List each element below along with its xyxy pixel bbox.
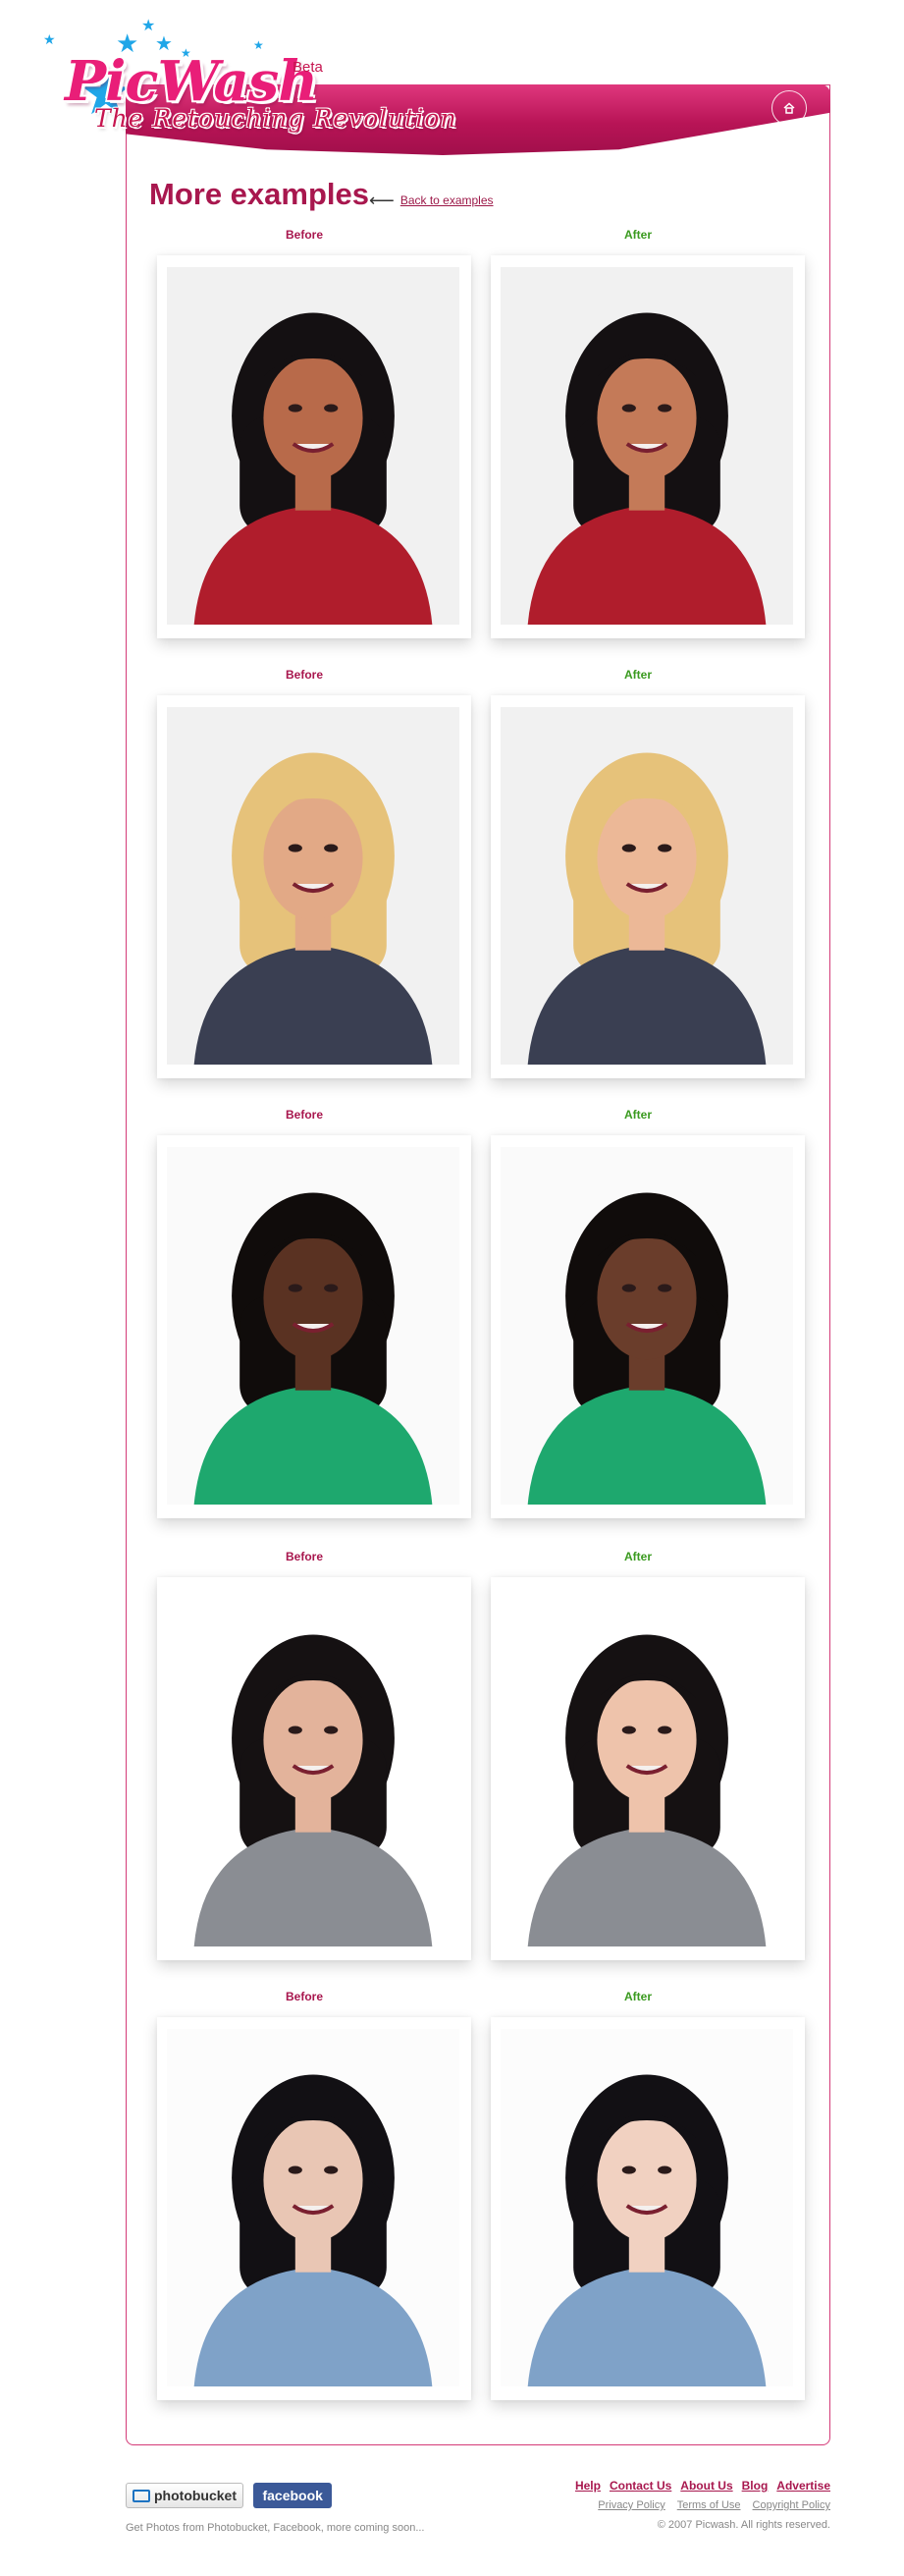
before-photo[interactable]	[167, 707, 459, 1065]
before-label: Before	[285, 1990, 323, 2003]
back-navigation[interactable]: ⟵ Back to examples	[369, 192, 494, 209]
terms-of-use-link[interactable]: Terms of Use	[677, 2499, 741, 2511]
example-row: Before After	[147, 228, 815, 660]
before-label: Before	[285, 1550, 323, 1563]
camera-icon	[133, 2489, 150, 2502]
privacy-policy-link[interactable]: Privacy Policy	[598, 2499, 665, 2511]
after-photo[interactable]	[501, 2029, 793, 2386]
before-label: Before	[285, 1108, 323, 1122]
after-photo[interactable]	[501, 267, 793, 625]
after-label: After	[623, 1990, 652, 2003]
after-label: After	[623, 1550, 652, 1563]
before-label: Before	[285, 228, 323, 242]
back-to-examples-link[interactable]: Back to examples	[400, 193, 494, 207]
example-row: Before After	[147, 1108, 815, 1540]
footer-link-contact[interactable]: Contact Us	[610, 2479, 671, 2493]
legal-links: Privacy Policy Terms of Use Copyright Po…	[575, 2499, 830, 2511]
after-photo-card	[491, 255, 805, 638]
footer-link-about[interactable]: About Us	[680, 2479, 732, 2493]
after-label: After	[623, 228, 652, 242]
after-photo-card	[491, 1135, 805, 1518]
star-icon: ★	[43, 32, 56, 48]
after-photo-card	[491, 1577, 805, 1960]
facebook-button[interactable]: facebook	[253, 2483, 332, 2508]
back-arrow-icon: ⟵	[369, 191, 395, 210]
page-title: More examples	[149, 177, 369, 211]
before-photo-card	[157, 1577, 471, 1960]
footer-left: photobucket facebook Get Photos from Pho…	[126, 2483, 425, 2534]
example-row: Before After	[147, 668, 815, 1100]
footer-links: Help Contact Us About Us Blog Advertise	[575, 2479, 830, 2493]
footer-link-help[interactable]: Help	[575, 2479, 601, 2493]
footer-link-advertise[interactable]: Advertise	[776, 2479, 830, 2493]
beta-label: Beta	[292, 59, 323, 76]
after-label: After	[623, 1108, 652, 1122]
after-photo[interactable]	[501, 1147, 793, 1505]
before-photo-card	[157, 1135, 471, 1518]
footer-note: Get Photos from Photobucket, Facebook, m…	[126, 2522, 425, 2534]
home-button[interactable]	[771, 90, 807, 126]
before-photo-card	[157, 695, 471, 1078]
copyright-text: © 2007 Picwash. All rights reserved.	[657, 2519, 830, 2531]
star-icon: ★	[141, 16, 156, 34]
before-photo-card	[157, 2017, 471, 2400]
before-photo[interactable]	[167, 1147, 459, 1505]
before-photo-card	[157, 255, 471, 638]
example-row: Before After	[147, 1990, 815, 2422]
photobucket-label: photobucket	[154, 2488, 237, 2503]
after-photo-card	[491, 2017, 805, 2400]
copyright-policy-link[interactable]: Copyright Policy	[753, 2499, 830, 2511]
before-photo[interactable]	[167, 2029, 459, 2386]
home-icon	[783, 102, 795, 114]
footer-right: Help Contact Us About Us Blog Advertise …	[575, 2479, 830, 2531]
photobucket-button[interactable]: photobucket	[126, 2483, 243, 2508]
after-label: After	[623, 668, 652, 682]
after-photo[interactable]	[501, 1589, 793, 1946]
footer-link-blog[interactable]: Blog	[742, 2479, 769, 2493]
before-photo[interactable]	[167, 267, 459, 625]
example-row: Before After	[147, 1550, 815, 1982]
before-photo[interactable]	[167, 1589, 459, 1946]
logo-tagline: The Retouching Revolution	[94, 104, 457, 133]
before-label: Before	[285, 668, 323, 682]
after-photo[interactable]	[501, 707, 793, 1065]
after-photo-card	[491, 695, 805, 1078]
